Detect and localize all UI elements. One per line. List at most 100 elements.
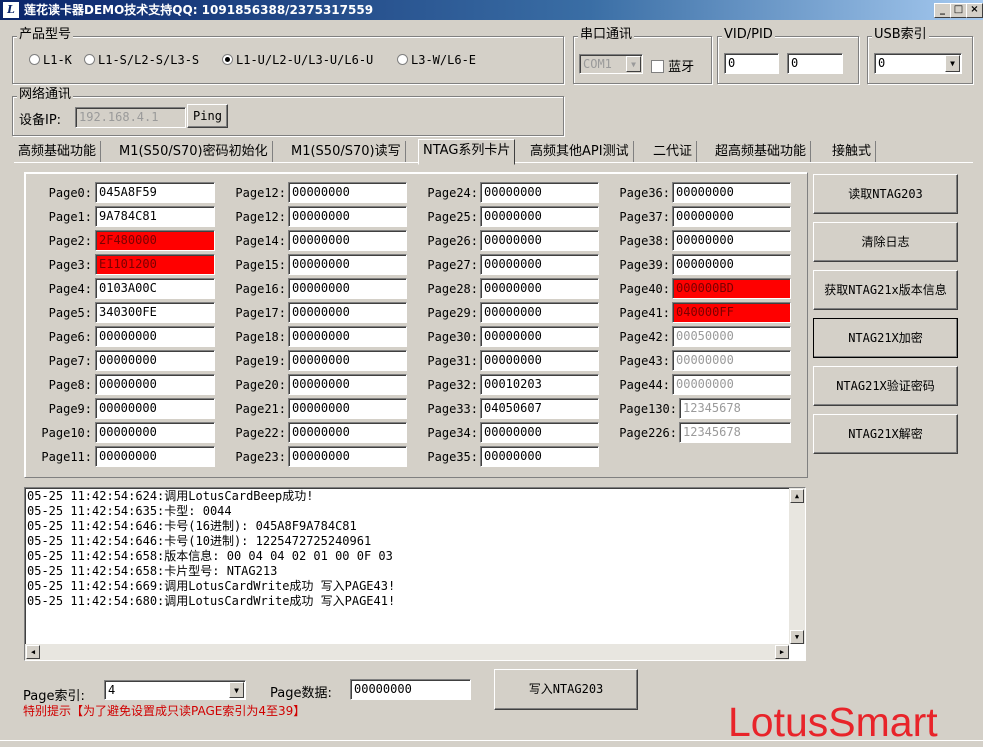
warning-hint: 特别提示【为了避免设置成只读PAGE索引为4至39】	[23, 704, 306, 718]
page-label: Page37:	[619, 210, 670, 224]
log-line: 05-25 11:42:54:669:调用LotusCardWrite成功 写入…	[27, 579, 396, 593]
page-value-input[interactable]: 040000FF	[672, 302, 791, 323]
chevron-down-icon: ▼	[945, 55, 960, 72]
scroll-up-icon[interactable]: ▲	[790, 489, 804, 503]
checkbox-icon	[651, 60, 664, 73]
page-value-input[interactable]: 000000BD	[672, 278, 791, 299]
page-label: Page38:	[619, 234, 670, 248]
vertical-scrollbar[interactable]: ▲ ▼	[789, 488, 805, 644]
tab-id-card[interactable]: 二代证	[649, 141, 698, 162]
brand-watermark: LotusSmart	[728, 699, 938, 745]
radio-dot-icon	[397, 54, 408, 65]
tab-uhf-basic[interactable]: 超高频基础功能	[711, 141, 812, 162]
tab-contact[interactable]: 接触式	[828, 141, 877, 162]
radio-l1s[interactable]: L1-S/L2-S/L3-S	[84, 53, 199, 67]
log-line: 05-25 11:42:54:658:版本信息: 00 04 04 02 01 …	[27, 549, 393, 563]
vid-input[interactable]: 0	[724, 53, 779, 74]
scroll-left-icon[interactable]: ◀	[26, 645, 40, 659]
page-value-input[interactable]: 00000000	[672, 206, 791, 227]
ntag21x-encrypt-button[interactable]: NTAG21X加密	[813, 318, 958, 358]
minimize-button[interactable]: _	[934, 3, 951, 18]
clear-log-button[interactable]: 清除日志	[813, 222, 958, 262]
page-label: Page40:	[619, 282, 670, 296]
page-value-input[interactable]: 00000000	[672, 350, 791, 371]
radio-dot-selected-icon	[222, 54, 233, 65]
radio-dot-icon	[84, 54, 95, 65]
page-label: Page28:	[427, 282, 478, 296]
ntag21x-decrypt-button[interactable]: NTAG21X解密	[813, 414, 958, 454]
log-output[interactable]: 05-25 11:42:54:624:调用LotusCardBeep成功! 05-…	[24, 487, 806, 661]
page-data-input[interactable]: 00000000	[350, 679, 471, 700]
page-label: Page12:	[235, 210, 286, 224]
page-label: Page7:	[48, 354, 92, 368]
get-version-button[interactable]: 获取NTAG21x版本信息	[813, 270, 958, 310]
page-label: Page23:	[235, 450, 286, 464]
page-label: Page18:	[235, 330, 286, 344]
network-title: 网络通讯	[17, 87, 74, 102]
scroll-down-icon[interactable]: ▼	[790, 630, 804, 644]
page-value-input[interactable]: 00050000	[672, 326, 791, 347]
title-bar: L 莲花读卡器DEMO技术支持QQ: 1091856388/2375317559…	[0, 0, 983, 20]
com-port-select[interactable]: COM1 ▼	[579, 54, 643, 74]
horizontal-scrollbar[interactable]: ◀ ▶	[25, 644, 789, 660]
write-ntag203-button[interactable]: 写入NTAG203	[494, 669, 638, 710]
page-label: Page16:	[235, 282, 286, 296]
ping-button[interactable]: Ping	[187, 104, 228, 128]
page-label: Page0:	[48, 186, 92, 200]
page-label: Page130:	[619, 402, 677, 416]
page-label: Page4:	[48, 282, 92, 296]
page-label: Page22:	[235, 426, 286, 440]
bluetooth-checkbox[interactable]: 蓝牙	[651, 56, 694, 75]
page-label: Page12:	[235, 186, 286, 200]
page-label: Page31:	[427, 354, 478, 368]
page-value-input[interactable]: 12345678	[679, 422, 791, 443]
log-line: 05-25 11:42:54:635:卡型: 0044	[27, 504, 232, 518]
radio-l1u[interactable]: L1-U/L2-U/L3-U/L6-U	[222, 53, 373, 67]
page-label: Page17:	[235, 306, 286, 320]
tab-hf-api[interactable]: 高频其他API测试	[526, 141, 634, 162]
log-line: 05-25 11:42:54:646:卡号(10进制): 12254727252…	[27, 534, 372, 548]
page-data-label: Page数据:	[270, 686, 332, 701]
tab-m1-rw[interactable]: M1(S50/S70)读写	[287, 141, 406, 162]
page-value-input[interactable]: 00000000	[672, 254, 791, 275]
scroll-right-icon[interactable]: ▶	[775, 645, 789, 659]
page-label: Page9:	[48, 402, 92, 416]
device-ip-input[interactable]: 192.168.4.1	[75, 107, 186, 128]
page-label: Page36:	[619, 186, 670, 200]
page-value-input[interactable]: 12345678	[679, 398, 791, 419]
tab-m1-init[interactable]: M1(S50/S70)密码初始化	[115, 141, 273, 162]
page-label: Page10:	[41, 426, 92, 440]
page-label: Page43:	[619, 354, 670, 368]
tab-ntag[interactable]: NTAG系列卡片	[418, 139, 516, 165]
usb-index-select[interactable]: 0 ▼	[874, 53, 962, 74]
page-label: Page39:	[619, 258, 670, 272]
window-title: 莲花读卡器DEMO技术支持QQ: 1091856388/2375317559	[24, 3, 374, 17]
page-label: Page41:	[619, 306, 670, 320]
close-button[interactable]: ×	[966, 3, 983, 18]
radio-l3w[interactable]: L3-W/L6-E	[397, 53, 476, 67]
page-label: Page26:	[427, 234, 478, 248]
page-value-input[interactable]: 00000000	[672, 374, 791, 395]
radio-dot-icon	[29, 54, 40, 65]
page-label: Page42:	[619, 330, 670, 344]
page-index-select[interactable]: 4 ▼	[104, 680, 246, 700]
page-label: Page8:	[48, 378, 92, 392]
log-line: 05-25 11:42:54:646:卡号(16进制): 045A8F9A784…	[27, 519, 357, 533]
pid-input[interactable]: 0	[787, 53, 843, 74]
usb-index-title: USB索引	[872, 27, 929, 42]
page-label: Page2:	[48, 234, 92, 248]
page-label: Page15:	[235, 258, 286, 272]
tab-hf-basic[interactable]: 高频基础功能	[14, 141, 102, 162]
log-line: 05-25 11:42:54:680:调用LotusCardWrite成功 写入…	[27, 594, 396, 608]
ntag21x-verify-button[interactable]: NTAG21X验证密码	[813, 366, 958, 406]
page-value-input[interactable]: 00000000	[672, 230, 791, 251]
page-label: Page20:	[235, 378, 286, 392]
page-label: Page3:	[48, 258, 92, 272]
product-model-title: 产品型号	[17, 27, 74, 42]
page-value-input[interactable]: 00000000	[480, 446, 599, 467]
page-value-input[interactable]: 00000000	[672, 182, 791, 203]
read-ntag203-button[interactable]: 读取NTAG203	[813, 174, 958, 214]
radio-l1k[interactable]: L1-K	[29, 53, 72, 67]
page-label: Page34:	[427, 426, 478, 440]
maximize-button[interactable]: □	[950, 3, 967, 18]
